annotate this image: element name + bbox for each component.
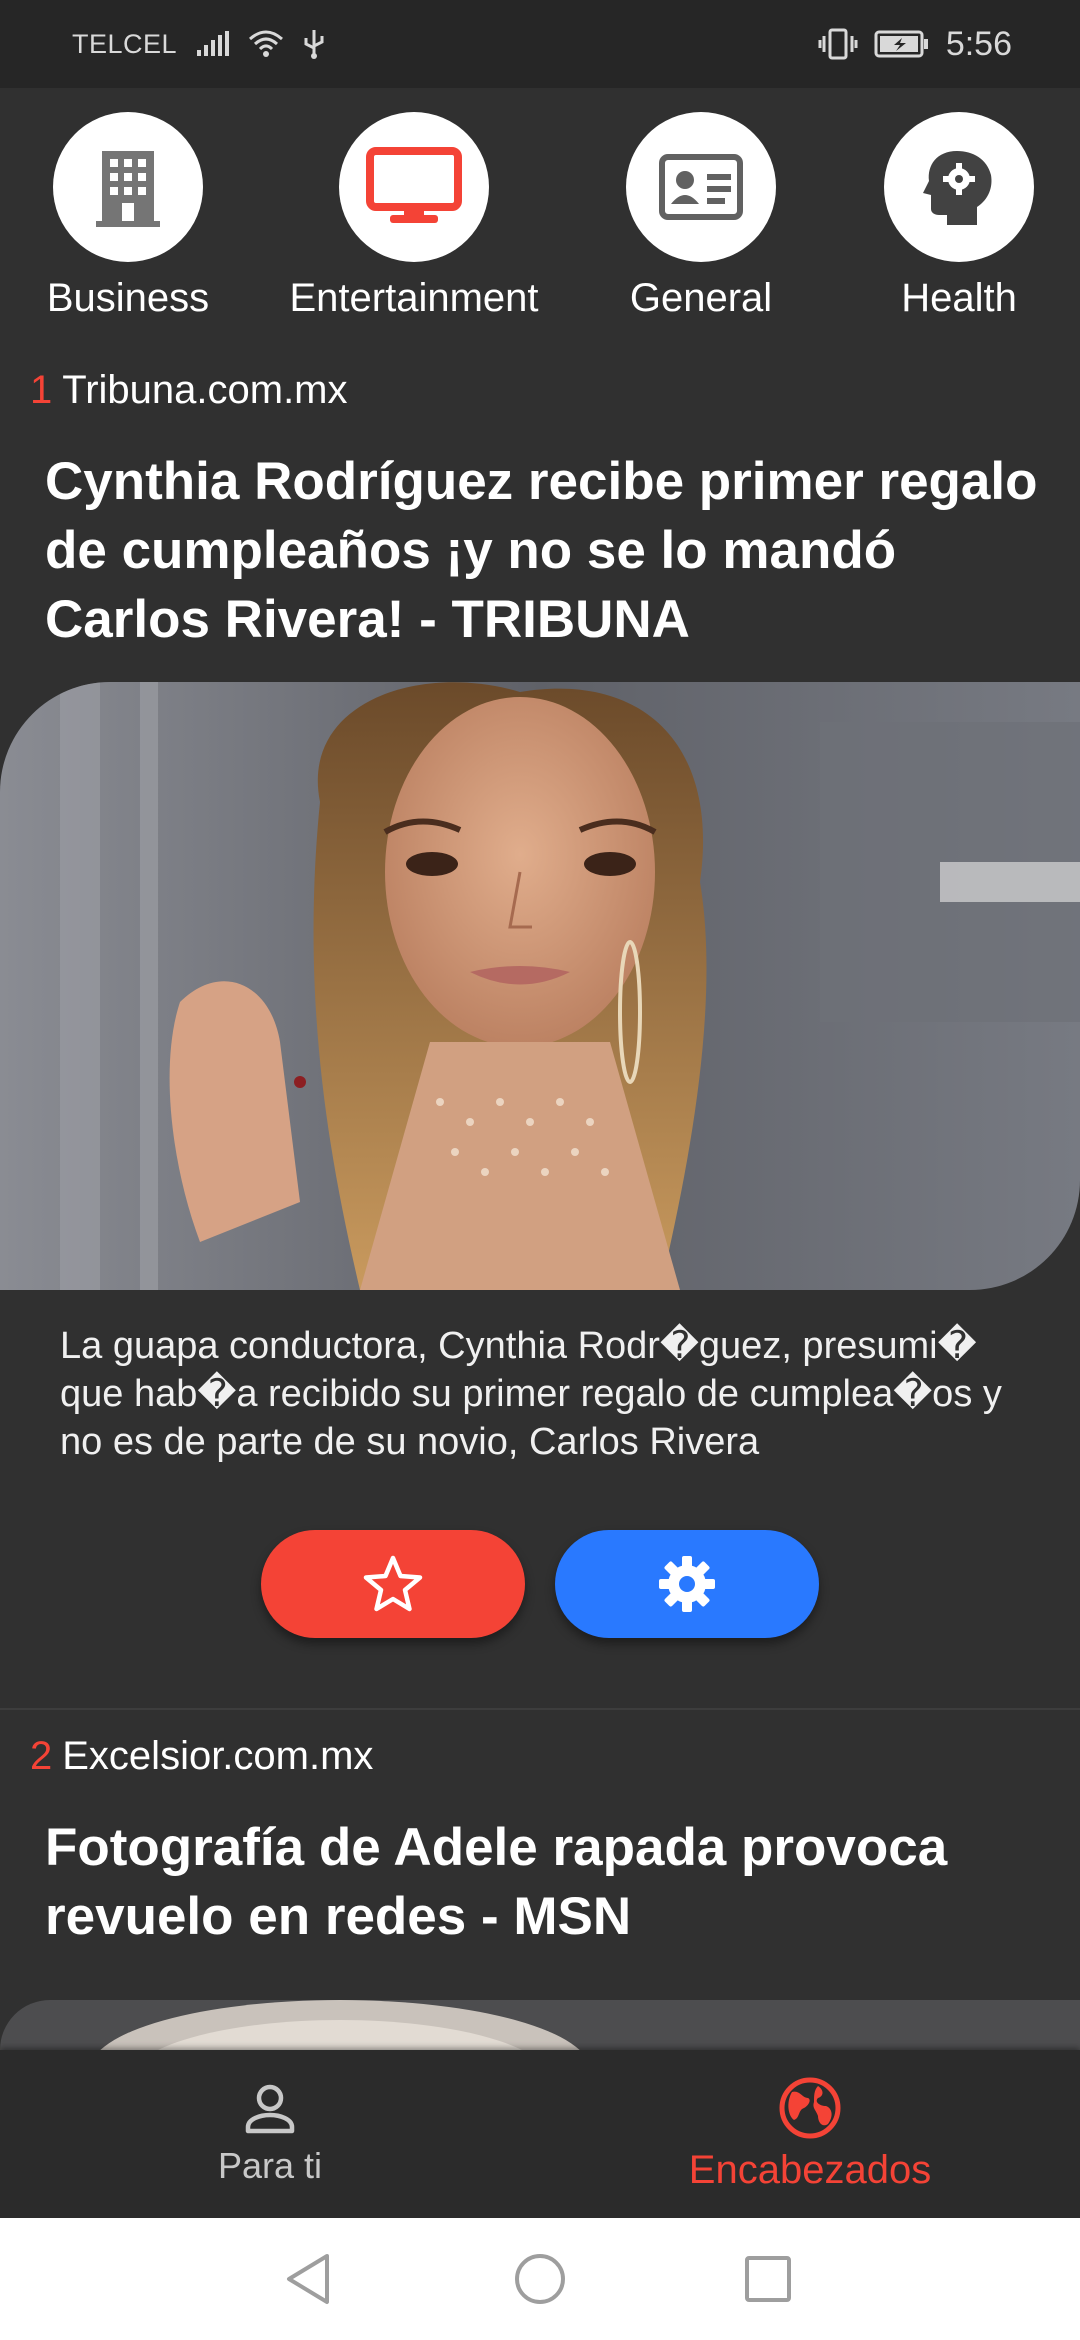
usb-icon xyxy=(303,28,325,60)
wifi-icon xyxy=(247,29,285,59)
signal-icon xyxy=(195,30,230,58)
gear-icon xyxy=(659,1556,715,1612)
category-circle xyxy=(626,112,776,262)
category-general[interactable]: General xyxy=(571,112,831,321)
article-source: Tribuna.com.mx xyxy=(62,368,348,412)
category-circle xyxy=(53,112,203,262)
category-label: Entertainment xyxy=(289,276,539,320)
brain-gear-icon xyxy=(923,151,992,225)
vibrate-icon xyxy=(818,28,858,60)
battery-icon xyxy=(874,29,930,59)
source-line: 1 Tribuna.com.mx xyxy=(30,368,348,413)
recents-button[interactable] xyxy=(708,2218,828,2340)
id-card-icon xyxy=(659,154,743,220)
article-headline[interactable]: Fotografía de Adele rapada provoca revue… xyxy=(45,1813,1045,1951)
category-circle xyxy=(884,112,1034,262)
star-icon xyxy=(363,1555,423,1612)
home-circle-icon xyxy=(515,2254,565,2304)
status-bar: TELCEL 5:56 xyxy=(0,0,1080,88)
nav-label: Para ti xyxy=(217,2145,323,2186)
category-circle xyxy=(339,112,489,262)
back-button[interactable] xyxy=(248,2218,368,2340)
article-rank: 2 xyxy=(30,1734,53,1778)
nav-para-ti[interactable]: Para ti xyxy=(0,2050,540,2218)
recents-square-icon xyxy=(745,2256,791,2302)
source-line: 2 Excelsior.com.mx xyxy=(30,1734,373,1779)
article-rank: 1 xyxy=(30,368,53,412)
favorite-button[interactable] xyxy=(261,1530,525,1638)
article-image[interactable] xyxy=(0,682,1080,1290)
article-source: Excelsior.com.mx xyxy=(62,1734,374,1778)
bottom-navigation: Para ti Encabezados xyxy=(0,2050,1080,2218)
category-label: Health xyxy=(901,276,1017,320)
nav-label: Encabezados xyxy=(688,2147,932,2192)
article-headline[interactable]: Cynthia Rodríguez recibe primer regalo d… xyxy=(45,447,1045,654)
category-business[interactable]: Business xyxy=(0,112,258,321)
home-button[interactable] xyxy=(480,2218,600,2340)
person-icon xyxy=(245,2084,295,2134)
article-description: La guapa conductora, Cynthia Rodr�guez, … xyxy=(60,1325,1002,1463)
nav-encabezados[interactable]: Encabezados xyxy=(540,2050,1080,2218)
divider xyxy=(0,1708,1080,1710)
globe-icon xyxy=(779,2077,841,2138)
article-image[interactable] xyxy=(0,2000,1080,2050)
category-health[interactable]: Health xyxy=(829,112,1080,321)
back-triangle-icon xyxy=(287,2254,329,2304)
category-entertainment[interactable]: Entertainment xyxy=(284,112,544,321)
monitor-icon xyxy=(366,147,462,223)
system-navigation-bar xyxy=(0,2218,1080,2340)
settings-button[interactable] xyxy=(555,1530,819,1638)
category-bar: Business Entertainment General Health xyxy=(0,88,1080,338)
building-icon xyxy=(96,151,160,227)
portrait-photo xyxy=(0,2000,1080,2050)
category-label: Business xyxy=(46,276,210,320)
category-label: General xyxy=(629,276,773,320)
woman-portrait-photo xyxy=(0,682,1080,1290)
clock: 5:56 xyxy=(945,24,1012,63)
carrier-name: TELCEL xyxy=(72,28,178,59)
